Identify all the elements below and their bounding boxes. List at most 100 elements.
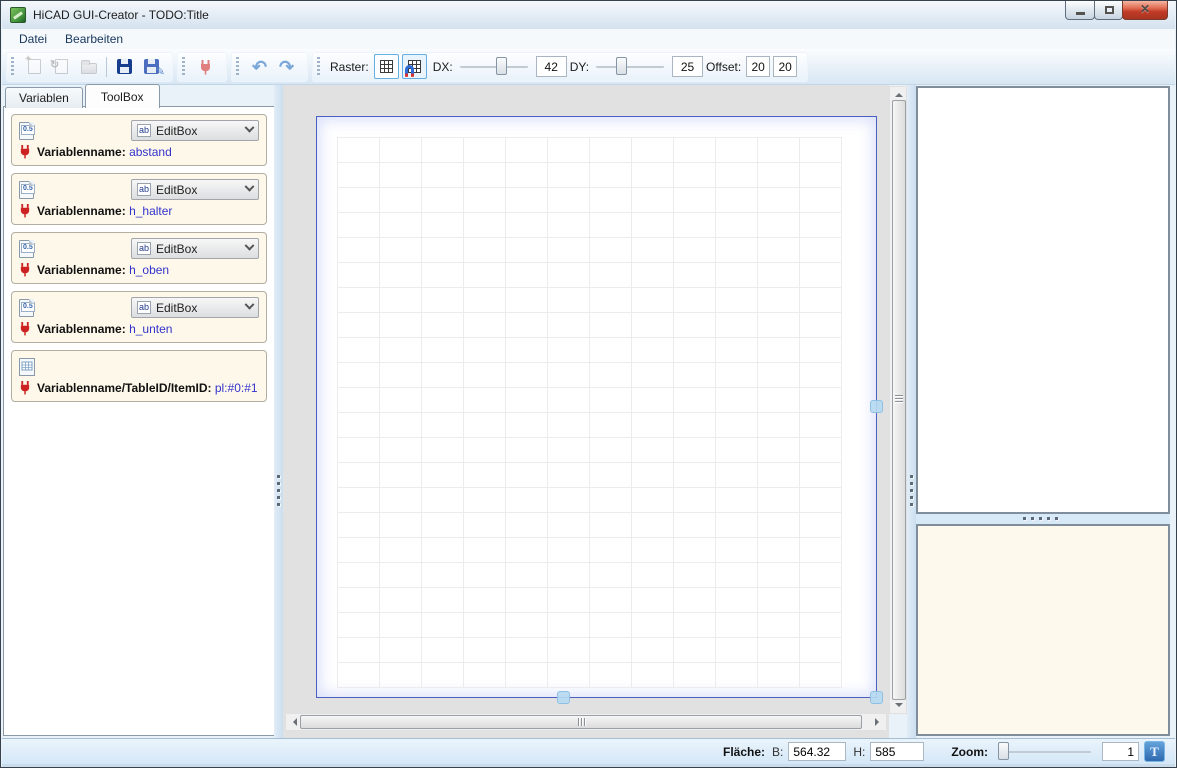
- scroll-down-icon[interactable]: [895, 703, 903, 711]
- editbox-icon: ab: [137, 183, 151, 196]
- resize-handle-right[interactable]: [870, 400, 883, 413]
- reload-button[interactable]: ↻: [49, 54, 74, 79]
- toolbar-grip[interactable]: [317, 57, 320, 77]
- control-type-select[interactable]: ab EditBox: [131, 297, 259, 318]
- dx-slider[interactable]: [458, 56, 530, 77]
- zoom-slider[interactable]: [997, 741, 1093, 762]
- numeric-field-icon: 0.5: [19, 181, 34, 199]
- save-as-button[interactable]: ✎: [139, 54, 164, 79]
- tab-variablen[interactable]: Variablen: [5, 87, 83, 108]
- show-grid-button[interactable]: [374, 54, 399, 79]
- redo-icon: ↷: [279, 58, 294, 76]
- raster-label: Raster:: [330, 60, 369, 74]
- dy-value-input[interactable]: [672, 56, 703, 77]
- table-variable-card[interactable]: Variablenname/TableID/ItemID: pl:#0:#1: [11, 350, 267, 402]
- zoom-slider-thumb[interactable]: [998, 742, 1009, 760]
- splitter-grip-icon: [910, 475, 913, 510]
- menu-bearbeiten[interactable]: Bearbeiten: [56, 30, 132, 48]
- numeric-field-icon: 0.5: [19, 122, 34, 140]
- toolbox-panel: 0.5 ab EditBox Variablenname: abstand: [3, 106, 275, 736]
- menu-datei[interactable]: Datei: [10, 30, 56, 48]
- chevron-down-icon: [245, 300, 255, 310]
- toolbar-group-connect: [177, 52, 227, 82]
- maximize-button[interactable]: [1094, 1, 1123, 20]
- width-input[interactable]: [788, 742, 846, 761]
- dx-slider-thumb[interactable]: [496, 57, 507, 75]
- plug-icon: [19, 262, 31, 277]
- variable-card-h_halter[interactable]: 0.5 ab EditBox Variablenname: h_halter: [11, 173, 267, 225]
- control-type-select[interactable]: ab EditBox: [131, 120, 259, 141]
- save-as-icon: ✎: [144, 59, 159, 74]
- redo-button[interactable]: ↷: [274, 54, 299, 79]
- preview-panel[interactable]: [916, 86, 1170, 514]
- app-window: HiCAD GUI-Creator - TODO:Title ✕ Datei B…: [0, 0, 1177, 768]
- editbox-icon: ab: [137, 242, 151, 255]
- scroll-right-icon[interactable]: [875, 718, 883, 726]
- toolbar-grip[interactable]: [11, 57, 14, 77]
- dy-slider-thumb[interactable]: [616, 57, 627, 75]
- zoom-label: Zoom:: [951, 745, 988, 759]
- chevron-down-icon: [245, 182, 255, 192]
- vertical-scrollbar-thumb[interactable]: [892, 100, 906, 700]
- minimize-button[interactable]: [1065, 1, 1095, 20]
- table-variable-value: pl:#0:#1: [215, 381, 258, 395]
- splitter-grip-icon: [1023, 517, 1063, 520]
- toolbar-group-file: ✦ ↻ ✎: [6, 52, 173, 82]
- magnet-icon: [404, 65, 415, 77]
- save-button[interactable]: [112, 54, 137, 79]
- left-panel-tabs: Variablen ToolBox: [5, 86, 162, 107]
- dy-slider[interactable]: [594, 56, 666, 77]
- variable-card-abstand[interactable]: 0.5 ab EditBox Variablenname: abstand: [11, 114, 267, 166]
- variable-name-label: Variablenname:: [37, 322, 126, 336]
- control-type-select[interactable]: ab EditBox: [131, 238, 259, 259]
- control-type-select[interactable]: ab EditBox: [131, 179, 259, 200]
- scroll-up-icon[interactable]: [895, 89, 903, 97]
- new-file-button[interactable]: ✦: [22, 54, 47, 79]
- open-file-button[interactable]: [76, 54, 101, 79]
- connect-variable-button[interactable]: [193, 54, 218, 79]
- dx-label: DX:: [433, 60, 453, 74]
- toolbar-grip[interactable]: [182, 57, 185, 77]
- dx-value-input[interactable]: [536, 56, 567, 77]
- design-surface[interactable]: [316, 116, 877, 698]
- offset-y-input[interactable]: [773, 56, 797, 77]
- text-zoom-button[interactable]: T: [1144, 741, 1165, 762]
- variable-name-value: abstand: [129, 145, 172, 159]
- window-controls: ✕: [1066, 1, 1168, 20]
- variable-name-value: h_oben: [129, 263, 169, 277]
- horizontal-scrollbar[interactable]: [285, 713, 887, 731]
- toolbar-group-raster: Raster: DX:: [312, 52, 808, 82]
- resize-handle-corner[interactable]: [870, 691, 883, 704]
- design-canvas-area[interactable]: [283, 85, 889, 738]
- properties-panel[interactable]: [916, 524, 1170, 736]
- scroll-left-icon[interactable]: [289, 718, 297, 726]
- close-button[interactable]: ✕: [1122, 1, 1168, 20]
- variable-name-value: h_halter: [129, 204, 172, 218]
- control-type-value: EditBox: [156, 124, 197, 138]
- horizontal-scrollbar-thumb[interactable]: [300, 715, 862, 729]
- app-icon: [10, 7, 26, 23]
- variable-card-h_unten[interactable]: 0.5 ab EditBox Variablenname: h_unten: [11, 291, 267, 343]
- zoom-value-input[interactable]: [1102, 742, 1139, 761]
- window-title: HiCAD GUI-Creator - TODO:Title: [33, 8, 209, 22]
- height-input[interactable]: [870, 742, 924, 761]
- control-type-value: EditBox: [156, 301, 197, 315]
- variable-card-h_oben[interactable]: 0.5 ab EditBox Variablenname: h_oben: [11, 232, 267, 284]
- resize-handle-bottom[interactable]: [557, 691, 570, 704]
- title-bar[interactable]: HiCAD GUI-Creator - TODO:Title ✕: [2, 1, 1175, 29]
- numeric-field-icon: 0.5: [19, 240, 34, 258]
- undo-button[interactable]: ↶: [247, 54, 272, 79]
- save-icon: [117, 59, 132, 74]
- vertical-scrollbar[interactable]: [889, 86, 907, 714]
- variable-name-value: h_unten: [129, 322, 172, 336]
- control-type-value: EditBox: [156, 183, 197, 197]
- offset-x-input[interactable]: [746, 56, 770, 77]
- right-panel-splitter[interactable]: [916, 514, 1170, 524]
- snap-to-grid-button[interactable]: [402, 54, 427, 79]
- toolbar-grip[interactable]: [236, 57, 239, 77]
- plug-icon: [19, 203, 31, 218]
- left-splitter[interactable]: [274, 85, 283, 738]
- right-splitter[interactable]: [907, 85, 916, 738]
- tab-toolbox[interactable]: ToolBox: [85, 84, 160, 108]
- undo-icon: ↶: [252, 58, 267, 76]
